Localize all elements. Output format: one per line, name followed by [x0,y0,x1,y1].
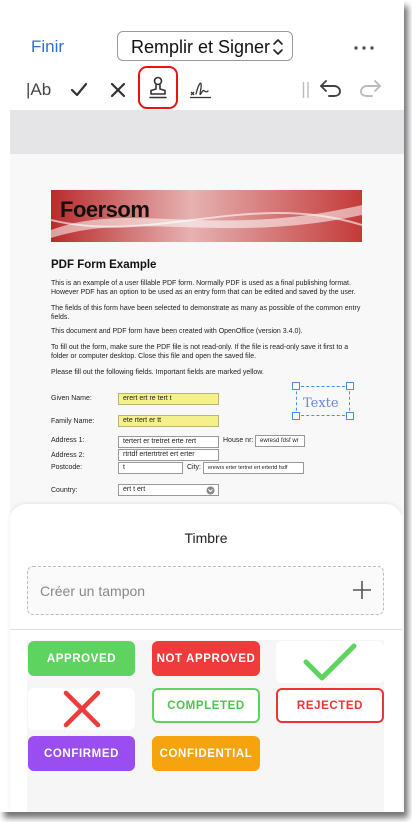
plus-icon[interactable] [352,580,372,600]
mode-label: Remplir et Signer [131,37,271,57]
sheet-divider [10,629,402,630]
stamp-completed[interactable]: COMPLETED [152,688,260,723]
doc-paragraph: Please fill out the following fields. Im… [51,369,264,376]
doc-paragraph: This is an example of a user fillable PD… [51,280,356,296]
document-top-margin [10,110,404,154]
house-nr-field[interactable]: ewresd fdsf wr [255,435,305,447]
given-name-field[interactable]: erert ert re tert t [118,393,219,405]
resize-handle[interactable] [346,412,354,420]
toolbar-separator [302,82,309,98]
resize-handle[interactable] [292,382,300,390]
document-heading: PDF Form Example [51,259,157,271]
resize-handle[interactable] [346,382,354,390]
doc-paragraph: This document and PDF form have been cre… [51,328,303,335]
stamp-approved[interactable]: APPROVED [28,641,135,676]
app-frame: Finir Remplir et Signer |Ab Foersom PDF … [0,0,404,812]
resize-handle[interactable] [292,412,300,420]
stamp-confidential[interactable]: CONFIDENTIAL [152,736,260,771]
postcode-label: Postcode: [51,464,83,471]
checkmark-icon [303,643,357,681]
city-field[interactable]: erewrs erter tertret ert ertertd fsdf [203,462,304,474]
close-icon[interactable] [110,82,126,98]
address2-label: Address 2: [51,452,85,459]
chevron-updown-icon [273,39,283,55]
more-icon[interactable] [354,46,374,50]
doc-paragraph: To fill out the form, make sure the PDF … [51,344,349,360]
given-name-label: Given Name: [51,395,92,402]
address2-field[interactable]: rtrtdf ertertrtret ert erter [118,449,219,461]
country-value: ert t ert [123,486,146,493]
city-label: City: [187,464,201,471]
create-stamp-label: Créer un tampon [40,583,146,599]
house-nr-label: House nr: [223,437,254,444]
country-label: Country: [51,487,78,494]
address1-label: Address 1: [51,437,85,444]
postcode-field[interactable]: t [118,462,183,474]
text-tool-button[interactable]: |Ab [26,80,51,100]
banner-title: Foersom [60,197,150,222]
sheet-title: Timbre [184,530,228,546]
top-nav-bar: Finir Remplir et Signer [0,0,404,70]
address1-field[interactable]: tertert er tretret erte rert [118,436,219,448]
stamp-not-approved[interactable]: NOT APPROVED [152,641,260,676]
stamp-tool-highlight [138,66,178,109]
family-name-field[interactable]: ete rtert er tt [118,415,219,427]
stamp-checkmark[interactable] [276,641,384,683]
done-button[interactable]: Finir [31,37,64,57]
text-annotation[interactable]: Texte [303,396,339,411]
signature-icon[interactable] [187,78,213,100]
stamp-rejected[interactable]: REJECTED [276,688,384,723]
family-name-label: Family Name: [51,418,95,425]
mode-selector[interactable]: Remplir et Signer [117,31,293,61]
undo-icon[interactable] [319,78,343,98]
redo-icon[interactable] [358,78,382,98]
checkmark-icon[interactable] [70,82,88,98]
annotation-toolbar: |Ab [0,70,404,110]
stamp-cross[interactable] [28,688,135,730]
close-icon [63,690,100,728]
country-select[interactable]: ert t ert [118,484,219,496]
chevron-down-icon [206,486,215,495]
stamp-confirmed[interactable]: CONFIRMED [28,736,135,771]
doc-paragraph: The fields of this form have been select… [51,305,361,321]
